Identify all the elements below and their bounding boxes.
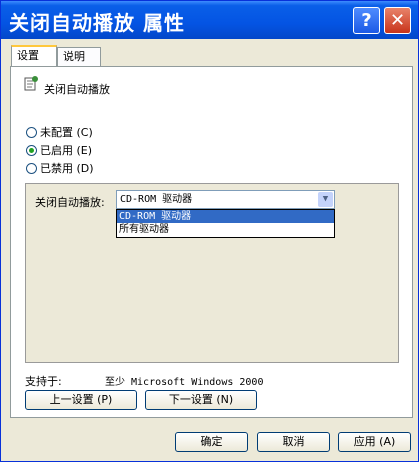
policy-icon — [24, 76, 38, 91]
option-label: 已启用 (E) — [40, 144, 93, 157]
window-title: 关闭自动播放 属性 — [9, 11, 185, 35]
chevron-down-icon[interactable]: ▼ — [318, 192, 333, 207]
option-not-configured[interactable]: 未配置 (C) — [26, 125, 93, 139]
drive-dropdown-list: CD-ROM 驱动器 所有驱动器 — [116, 209, 335, 238]
tab-settings[interactable]: 设置 — [11, 45, 57, 67]
radio-enabled[interactable] — [26, 144, 37, 156]
dropdown-option-all-drives[interactable]: 所有驱动器 — [117, 223, 334, 236]
drive-select[interactable]: CD-ROM 驱动器 ▼ — [116, 190, 335, 209]
tab-explain[interactable]: 说明 — [57, 47, 101, 66]
apply-button[interactable]: 应用 (A) — [338, 432, 411, 452]
options-group: 关闭自动播放: CD-ROM 驱动器 ▼ CD-ROM 驱动器 所有驱动器 — [25, 183, 399, 363]
title-bar[interactable]: 关闭自动播放 属性 ? ✕ — [1, 1, 418, 39]
dropdown-option-cdrom[interactable]: CD-ROM 驱动器 — [117, 210, 334, 223]
policy-name: 关闭自动播放 — [44, 83, 110, 96]
ok-button[interactable]: 确定 — [175, 432, 248, 452]
option-label: 已禁用 (D) — [40, 162, 94, 175]
radio-not-configured[interactable] — [26, 126, 37, 138]
autoplay-field-label: 关闭自动播放: — [35, 196, 105, 209]
option-label: 未配置 (C) — [40, 126, 93, 139]
option-disabled[interactable]: 已禁用 (D) — [26, 161, 94, 175]
next-setting-button[interactable]: 下一设置 (N) — [145, 390, 257, 410]
properties-dialog: 关闭自动播放 属性 ? ✕ 设置 说明 关闭自动播放 未配置 (C) 已启用 (… — [0, 0, 419, 462]
help-button[interactable]: ? — [353, 7, 380, 34]
cancel-button[interactable]: 取消 — [257, 432, 330, 452]
option-enabled[interactable]: 已启用 (E) — [26, 143, 92, 157]
drive-select-value: CD-ROM 驱动器 — [120, 194, 193, 205]
radio-disabled[interactable] — [26, 162, 37, 174]
close-button[interactable]: ✕ — [384, 7, 411, 34]
previous-setting-button[interactable]: 上一设置 (P) — [25, 390, 137, 410]
settings-panel: 关闭自动播放 未配置 (C) 已启用 (E) 已禁用 (D) 关闭自动播放: C… — [10, 66, 413, 418]
supported-on-label: 支持于: — [25, 375, 62, 388]
supported-on-value: 至少 Microsoft Windows 2000 — [105, 377, 264, 388]
